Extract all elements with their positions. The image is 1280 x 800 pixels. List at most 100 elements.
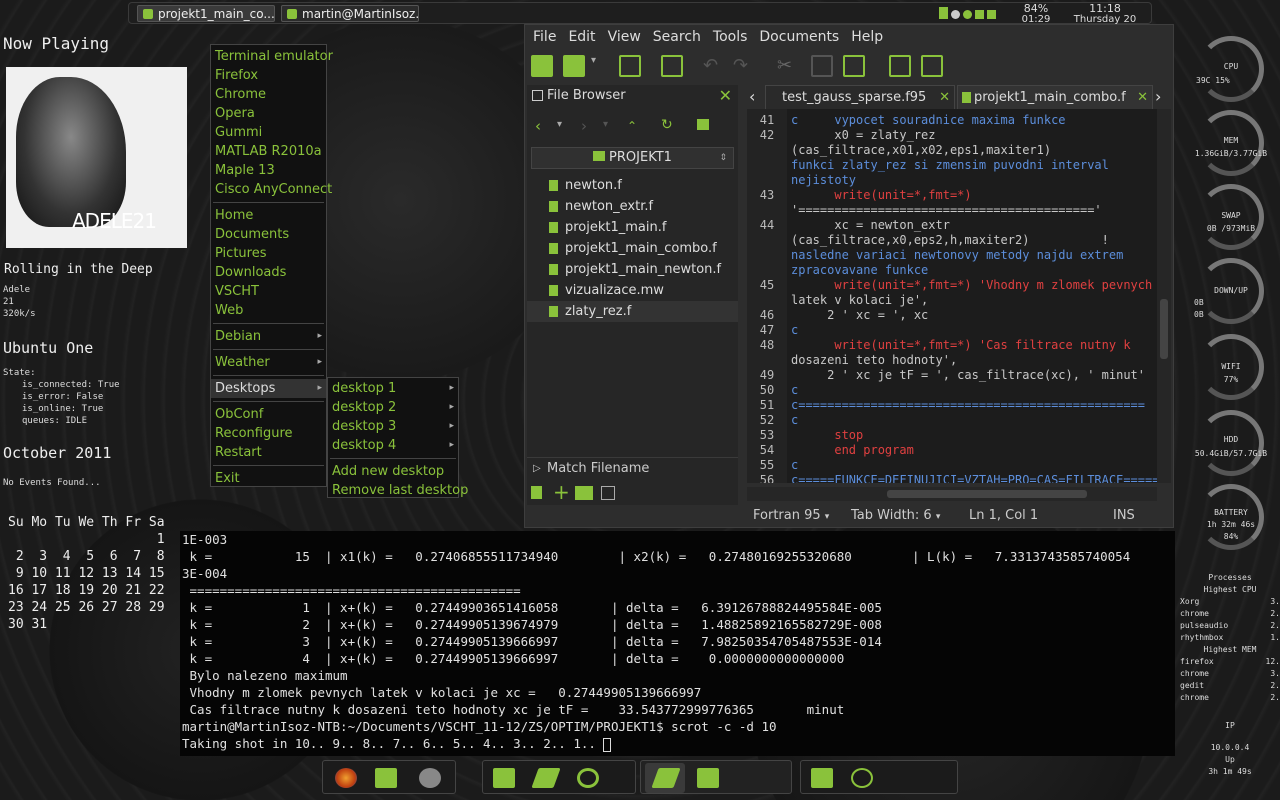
language-selector[interactable]: Fortran 95 ▾ <box>753 505 829 528</box>
file-item[interactable]: newton.f <box>527 175 738 196</box>
file-item[interactable]: vizualizace.mw <box>527 280 738 301</box>
chrome-icon[interactable] <box>577 768 599 788</box>
new-document-icon[interactable] <box>531 55 553 77</box>
print-icon[interactable] <box>661 55 683 77</box>
menu-item-home[interactable]: Home <box>211 206 326 225</box>
close-icon[interactable]: ✕ <box>1137 86 1148 110</box>
terminal-task-icon[interactable] <box>697 768 719 788</box>
menu-item-firefox[interactable]: Firefox <box>211 66 326 85</box>
menu-item-pictures[interactable]: Pictures <box>211 244 326 263</box>
menu-item-obconf[interactable]: ObConf <box>211 405 326 424</box>
back-icon[interactable]: ‹ <box>535 117 541 135</box>
open-icon[interactable] <box>563 55 585 77</box>
file-item[interactable]: newton_extr.f <box>527 196 738 217</box>
tab-projekt1-main-combo[interactable]: projekt1_main_combo.f ✕ <box>957 85 1153 109</box>
menu-help[interactable]: Help <box>851 29 883 45</box>
menu-item-exit[interactable]: Exit <box>211 469 326 488</box>
tab-scroll-left-icon[interactable]: ‹ <box>749 87 755 106</box>
paste-icon[interactable] <box>843 55 865 77</box>
scrollbar-thumb[interactable] <box>887 490 1087 498</box>
find-icon[interactable] <box>889 55 911 77</box>
menu-tools[interactable]: Tools <box>713 29 748 45</box>
undo-icon[interactable]: ↶ <box>703 55 725 77</box>
redo-icon[interactable]: ↷ <box>733 55 755 77</box>
file-item[interactable]: zlaty_rez.f <box>527 301 738 322</box>
battery-time-left: 1h 32m 46s <box>1206 520 1256 529</box>
settings-icon[interactable] <box>851 768 873 788</box>
code-line: x0 = zlaty_rez <box>791 128 936 142</box>
text-editor-icon[interactable] <box>531 768 561 788</box>
vertical-scrollbar[interactable] <box>1157 109 1171 483</box>
back-history-icon[interactable]: ▾ <box>557 119 562 130</box>
menu-item-gummi[interactable]: Gummi <box>211 123 326 142</box>
menu-documents[interactable]: Documents <box>759 29 839 45</box>
menu-item-desktop-4[interactable]: desktop 4 ▸ <box>328 436 458 455</box>
forward-history-icon[interactable]: ▾ <box>603 119 608 130</box>
dock-group-places <box>800 760 958 794</box>
menu-item-documents[interactable]: Documents <box>211 225 326 244</box>
close-icon[interactable]: ✕ <box>719 85 732 107</box>
match-filename-expander[interactable]: ▷ Match Filename <box>527 457 738 479</box>
file-item[interactable]: projekt1_main_combo.f <box>527 238 738 259</box>
tab-test-gauss[interactable]: test_gauss_sparse.f95 ✕ <box>765 85 955 109</box>
line-number: 50 <box>759 383 775 397</box>
menu-edit[interactable]: Edit <box>568 29 595 45</box>
file-item[interactable]: projekt1_main_newton.f <box>527 259 738 280</box>
menu-item-weather[interactable]: Weather ▸ <box>211 353 326 372</box>
menu-view[interactable]: View <box>608 29 641 45</box>
menu-item-reconfigure[interactable]: Reconfigure <box>211 424 326 443</box>
copy-icon[interactable] <box>811 55 833 77</box>
menu-item-remove-desktop[interactable]: Remove last desktop <box>328 481 468 500</box>
menu-item-maple[interactable]: Maple 13 <box>211 161 326 180</box>
menu-file[interactable]: File <box>533 29 556 45</box>
folder-selector[interactable]: PROJEKT1 ⇕ <box>531 147 734 169</box>
find-replace-icon[interactable] <box>921 55 943 77</box>
menu-search[interactable]: Search <box>653 29 701 45</box>
task-terminal[interactable]: martin@MartinIsoz... <box>281 5 419 22</box>
menu-item-desktop-3[interactable]: desktop 3 ▸ <box>328 417 458 436</box>
cursor-position: Ln 1, Col 1 <box>969 508 1039 523</box>
close-app-icon[interactable] <box>419 768 441 788</box>
file-manager-icon[interactable] <box>493 768 515 788</box>
menu-item-restart[interactable]: Restart <box>211 443 326 462</box>
tab-width-selector[interactable]: Tab Width: 6 ▾ <box>851 505 940 528</box>
refresh-icon[interactable]: ↻ <box>661 117 673 133</box>
scrollbar-thumb[interactable] <box>1160 299 1168 359</box>
snippets-tab-icon[interactable] <box>601 486 615 500</box>
code-line: write(unit=*,fmt=*) 'Vhodny m zlomek pev… <box>791 278 1153 292</box>
forward-icon[interactable]: › <box>581 117 587 135</box>
task-gedit[interactable]: projekt1_main_co... <box>137 5 275 22</box>
horizontal-scrollbar[interactable] <box>747 487 1157 501</box>
firefox-icon[interactable] <box>335 768 357 788</box>
add-icon[interactable]: + <box>553 480 570 504</box>
tab-scroll-right-icon[interactable]: › <box>1155 87 1161 106</box>
open-dropdown-icon[interactable]: ▾ <box>591 55 601 77</box>
menu-item-vscht[interactable]: VSCHT <box>211 282 326 301</box>
tray-icons[interactable] <box>939 7 1009 19</box>
terminal-window[interactable]: 1E-003 k = 15 | x1(k) = 0.27406855511734… <box>180 531 1175 756</box>
menu-item-debian[interactable]: Debian ▸ <box>211 327 326 346</box>
menu-item-web[interactable]: Web <box>211 301 326 320</box>
menu-item-terminal[interactable]: Terminal emulator <box>211 47 333 66</box>
file-item[interactable]: projekt1_main.f <box>527 217 738 238</box>
menu-item-cisco[interactable]: Cisco AnyConnect <box>211 180 332 199</box>
menu-item-chrome[interactable]: Chrome <box>211 85 326 104</box>
menu-item-matlab[interactable]: MATLAB R2010a <box>211 142 326 161</box>
menu-item-add-desktop[interactable]: Add new desktop <box>328 462 458 481</box>
folder-icon[interactable] <box>811 768 833 788</box>
lock-icon[interactable] <box>697 119 709 130</box>
save-icon[interactable] <box>619 55 641 77</box>
menu-item-downloads[interactable]: Downloads <box>211 263 326 282</box>
menu-item-desktops[interactable]: Desktops ▸ <box>211 379 326 398</box>
close-icon[interactable]: ✕ <box>939 86 950 110</box>
up-icon[interactable]: ⌃ <box>627 119 637 133</box>
file-browser-tab-icon[interactable] <box>575 486 593 500</box>
documents-tab-icon[interactable] <box>531 486 542 499</box>
submenu-arrow-icon: ▸ <box>449 383 454 393</box>
menu-item-opera[interactable]: Opera <box>211 104 326 123</box>
menu-item-desktop-1[interactable]: desktop 1 ▸ <box>328 379 458 398</box>
terminal-icon[interactable] <box>375 768 397 788</box>
code-editor[interactable]: 41 42 43 44 45 46 47 48 49 50 51 52 53 54 55 56 c vypoc… <box>747 109 1157 483</box>
menu-item-desktop-2[interactable]: desktop 2 ▸ <box>328 398 458 417</box>
cut-icon[interactable]: ✂ <box>777 55 799 77</box>
